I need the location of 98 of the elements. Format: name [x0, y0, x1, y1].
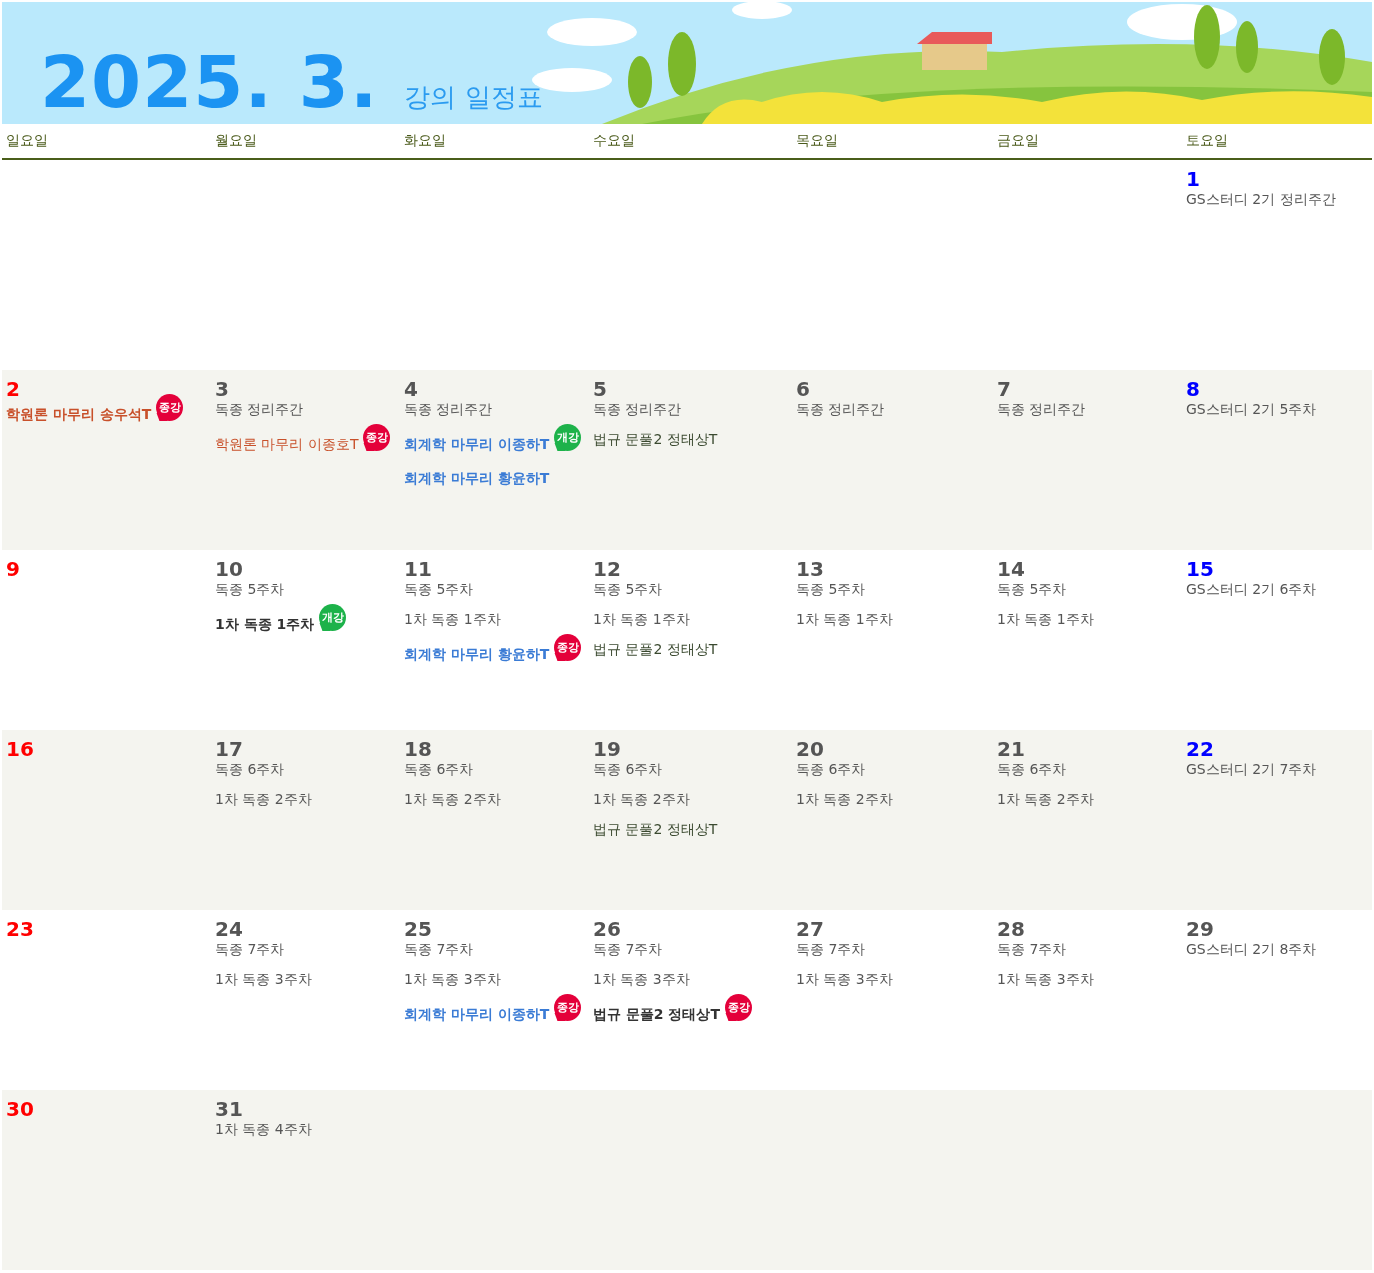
date-number: 26 — [593, 918, 621, 940]
event-text: 1차 독종 3주차 — [593, 970, 690, 988]
event-text: 1차 독종 2주차 — [593, 790, 690, 808]
date-number: 3 — [215, 378, 229, 400]
event-text: 독종 6주차 — [593, 760, 663, 778]
event-text: 법규 문풀2 정태상T — [593, 430, 718, 448]
event-text: GS스터디 2기 8주차 — [1186, 940, 1317, 958]
date-number: 21 — [997, 738, 1025, 760]
schedule-subtitle: 강의 일정표 — [404, 83, 543, 112]
date-number: 13 — [796, 558, 824, 580]
event-text: 1차 독종 1주차 — [593, 610, 690, 628]
date-number: 20 — [796, 738, 824, 760]
date-number: 4 — [404, 378, 418, 400]
date-number: 8 — [1186, 378, 1200, 400]
event-text: 1차 독종 1주차 — [997, 610, 1094, 628]
event-text: 1차 독종 3주차 — [997, 970, 1094, 988]
status-badge: 개강 — [319, 604, 347, 631]
date-number: 19 — [593, 738, 621, 760]
event-text: 독종 5주차 — [997, 580, 1067, 598]
weekday-header: 수요일 — [592, 132, 636, 150]
status-badge: 종강 — [725, 994, 753, 1021]
event-text: 독종 7주차 — [404, 940, 474, 958]
event-text: 회계학 마무리 이종하T — [404, 1004, 550, 1023]
event-text: 법규 문풀2 정태상T — [593, 640, 718, 658]
event-text: 독종 5주차 — [593, 580, 663, 598]
date-number: 6 — [796, 378, 810, 400]
date-number: 1 — [1186, 168, 1200, 190]
weekday-header: 금요일 — [996, 132, 1040, 150]
event-text: 1차 독종 3주차 — [796, 970, 893, 988]
event-text: 독종 7주차 — [997, 940, 1067, 958]
date-number: 7 — [997, 378, 1011, 400]
event-text: GS스터디 2기 6주차 — [1186, 580, 1317, 598]
event-text: 독종 6주차 — [997, 760, 1067, 778]
date-number: 27 — [796, 918, 824, 940]
status-badge: 종강 — [554, 634, 582, 661]
event-text: 1차 독종 3주차 — [215, 970, 312, 988]
event-text: 법규 문풀2 정태상T — [593, 1004, 721, 1023]
status-badge: 종강 — [554, 994, 582, 1021]
date-number: 9 — [6, 558, 20, 580]
event-text: 독종 7주차 — [796, 940, 866, 958]
date-number: 10 — [215, 558, 243, 580]
event-text: 독종 5주차 — [404, 580, 474, 598]
weekday-header: 목요일 — [795, 132, 839, 150]
event-text: 1차 독종 2주차 — [215, 790, 312, 808]
date-number: 2 — [6, 378, 20, 400]
date-number: 16 — [6, 738, 34, 760]
weekday-header: 화요일 — [403, 132, 447, 150]
date-number: 30 — [6, 1098, 34, 1120]
event-text: 독종 정리주간 — [404, 400, 493, 418]
event-text: 독종 6주차 — [796, 760, 866, 778]
event-text: 1차 독종 4주차 — [215, 1120, 312, 1138]
date-number: 28 — [997, 918, 1025, 940]
weekday-header: 월요일 — [214, 132, 258, 150]
event-text: 법규 문풀2 정태상T — [593, 820, 718, 838]
weekday-header: 토요일 — [1185, 132, 1229, 150]
date-number: 24 — [215, 918, 243, 940]
event-text: 독종 정리주간 — [997, 400, 1086, 418]
date-number: 29 — [1186, 918, 1214, 940]
event-text: GS스터디 2기 5주차 — [1186, 400, 1317, 418]
event-text: 독종 6주차 — [215, 760, 285, 778]
month-title: 2025. 3. — [40, 46, 379, 118]
status-badge: 개강 — [554, 424, 582, 451]
event-text: 1차 독종 3주차 — [404, 970, 501, 988]
date-number: 11 — [404, 558, 432, 580]
event-text: 학원론 마무리 이종호T — [215, 434, 359, 453]
event-text: 1차 독종 2주차 — [404, 790, 501, 808]
event-text: 독종 정리주간 — [796, 400, 885, 418]
date-number: 23 — [6, 918, 34, 940]
date-number: 12 — [593, 558, 621, 580]
date-number: 18 — [404, 738, 432, 760]
event-text: 독종 7주차 — [593, 940, 663, 958]
event-text: 회계학 마무리 이종하T — [404, 434, 550, 453]
weekday-header: 일요일 — [5, 132, 49, 150]
date-number: 5 — [593, 378, 607, 400]
date-number: 17 — [215, 738, 243, 760]
date-number: 31 — [215, 1098, 243, 1120]
date-number: 15 — [1186, 558, 1214, 580]
event-text: 독종 5주차 — [796, 580, 866, 598]
event-text: GS스터디 2기 7주차 — [1186, 760, 1317, 778]
event-text: 독종 정리주간 — [593, 400, 682, 418]
event-text: 회계학 마무리 황윤하T — [404, 644, 550, 663]
date-number: 25 — [404, 918, 432, 940]
event-text: 1차 독종 1주차 — [796, 610, 893, 628]
date-number: 22 — [1186, 738, 1214, 760]
event-text: 1차 독종 1주차 — [404, 610, 501, 628]
event-text: 독종 6주차 — [404, 760, 474, 778]
event-text: 1차 독종 2주차 — [997, 790, 1094, 808]
date-number: 14 — [997, 558, 1025, 580]
event-text: 1차 독종 1주차 — [215, 614, 315, 633]
event-text: 학원론 마무리 송우석T — [6, 404, 152, 423]
event-text: GS스터디 2기 정리주간 — [1186, 190, 1336, 208]
event-text: 독종 7주차 — [215, 940, 285, 958]
event-text: 독종 정리주간 — [215, 400, 304, 418]
status-badge: 종강 — [156, 394, 184, 421]
event-text: 회계학 마무리 황윤하T — [404, 469, 550, 487]
status-badge: 종강 — [363, 424, 391, 451]
event-text: 독종 5주차 — [215, 580, 285, 598]
event-text: 1차 독종 2주차 — [796, 790, 893, 808]
